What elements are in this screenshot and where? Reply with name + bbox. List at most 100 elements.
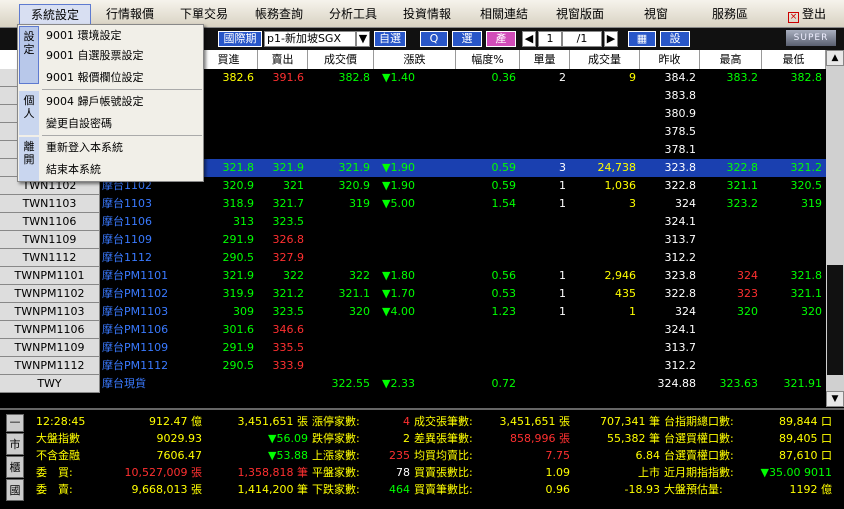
header-0[interactable]: 買進 [200, 50, 258, 69]
cell-low [762, 357, 826, 375]
dropdown-item-1[interactable]: 9001 自選股票設定 [46, 47, 144, 65]
menu-2[interactable]: 行情報價 [96, 4, 164, 25]
page-input[interactable]: 1 [538, 31, 562, 47]
menu-10[interactable]: 服務區 [694, 4, 766, 25]
cell-low: 319 [801, 197, 822, 210]
scroll-down-icon[interactable]: ▼ [826, 391, 844, 407]
menu-1[interactable]: 系統設定 [19, 4, 91, 25]
menu-7[interactable]: 相關連結 [466, 4, 542, 25]
header-5[interactable]: 單量 [520, 50, 570, 69]
cell-last [308, 105, 374, 123]
cell-ask [258, 105, 308, 123]
table-row[interactable]: TWY 摩台現貨 322.55 ▼2.33 0.72 324.88 323.63 321.91 [0, 375, 826, 393]
market-select[interactable]: p1-新加坡SGX [264, 31, 356, 47]
dropdown-section-0[interactable]: 設定 [19, 26, 39, 84]
grid-view-icon[interactable]: ▦ [628, 31, 656, 47]
cell-high [700, 249, 762, 267]
dropdown-section-1[interactable]: 個人 [19, 91, 39, 135]
cell-vol: 1 [559, 269, 566, 282]
cell-tot [570, 213, 640, 231]
scroll-thumb[interactable] [827, 265, 843, 375]
cell-tot [570, 357, 640, 375]
cell-chg [374, 357, 456, 375]
menu-4[interactable]: 帳務查詢 [244, 4, 314, 25]
summary-4-9: 1192 億 [789, 483, 833, 496]
cell-prev: 312.2 [664, 251, 697, 264]
dropdown-item-3[interactable]: 9004 歸戶帳號設定 [46, 93, 144, 111]
next-page-icon[interactable]: ▶ [604, 31, 618, 47]
cell-low: 382.8 [790, 71, 823, 84]
cell-vol [520, 357, 570, 375]
header-9[interactable]: 最低 [762, 50, 826, 69]
summary-0-7: 707,341 筆 [600, 415, 660, 428]
symbol-name: 摩台1106 [102, 215, 152, 228]
dropdown-section-2[interactable]: 離開 [19, 137, 39, 181]
scrollbar[interactable]: ▲ ▼ [826, 50, 844, 407]
header-8[interactable]: 最高 [700, 50, 762, 69]
market-tab-0[interactable]: 市 [6, 433, 24, 455]
dropdown-item-2[interactable]: 9001 報價欄位設定 [46, 69, 144, 87]
cell-chg [374, 321, 456, 339]
cell-chg: ▼1.80 [382, 269, 415, 282]
product-button[interactable]: 產 [486, 31, 516, 47]
table-row[interactable]: TWNPM1102 摩台PM1102 319.9 321.2 321.1 ▼1.70 0.5… [0, 285, 826, 303]
cell-vol: 1 [559, 305, 566, 318]
cell-vol [520, 141, 570, 159]
cell-prev: 313.7 [664, 233, 697, 246]
dropdown-item-0[interactable]: 9001 環境設定 [46, 27, 122, 45]
cell-low [762, 123, 826, 141]
header-7[interactable]: 昨收 [640, 50, 700, 69]
chevron-down-icon[interactable]: ▼ [356, 31, 370, 47]
market-tab-2[interactable]: 國 [6, 479, 24, 501]
settings-button[interactable]: 設 [660, 31, 690, 47]
menu-5[interactable]: 分析工具 [318, 4, 388, 25]
menu-8[interactable]: 視窗版面 [544, 4, 616, 25]
select-button[interactable]: 選 [452, 31, 482, 47]
dropdown-item-5[interactable]: 重新登入本系統 [46, 139, 123, 157]
table-row[interactable]: TWNPM1106 摩台PM1106 301.6 346.6 324.1 [0, 321, 826, 339]
cell-prev: 383.8 [664, 89, 697, 102]
market-tab-1[interactable]: 櫃 [6, 456, 24, 478]
header-6[interactable]: 成交量 [570, 50, 640, 69]
symbol-name: 摩台PM1109 [102, 341, 169, 354]
scroll-up-icon[interactable]: ▲ [826, 50, 844, 66]
cell-last [308, 123, 374, 141]
header-1[interactable]: 賣出 [258, 50, 308, 69]
table-row[interactable]: TWNPM1103 摩台PM1103 309 323.5 320 ▼4.00 1.23 1 1 3… [0, 303, 826, 321]
menu-9[interactable]: 視窗 [620, 4, 692, 25]
custom-list-button[interactable]: 自選 [374, 31, 406, 47]
search-icon[interactable]: Q [420, 31, 448, 47]
prev-page-icon[interactable]: ◀ [522, 31, 536, 47]
symbol-name: 摩台1109 [102, 233, 152, 246]
symbol-code: TWNPM1103 [0, 303, 100, 321]
collapse-tab[interactable]: — [6, 414, 24, 432]
table-row[interactable]: TWN1106 摩台1106 313 323.5 324.1 [0, 213, 826, 231]
header-4[interactable]: 幅度% [456, 50, 520, 69]
header-2[interactable]: 成交價 [308, 50, 374, 69]
menu-11[interactable]: × 登出 [776, 4, 838, 25]
section-char: 定 [23, 43, 35, 56]
menu-6[interactable]: 投資情報 [392, 4, 462, 25]
table-row[interactable]: TWN1109 摩台1109 291.9 326.8 313.7 [0, 231, 826, 249]
cell-bid: 321.9 [222, 269, 255, 282]
cell-high: 323.63 [719, 377, 759, 390]
cell-ask: 346.6 [272, 323, 305, 336]
cell-prev: 380.9 [664, 107, 697, 120]
cell-ask: 321.7 [272, 197, 305, 210]
table-row[interactable]: TWNPM1109 摩台PM1109 291.9 335.5 313.7 [0, 339, 826, 357]
table-row[interactable]: TWNPM1101 摩台PM1101 321.9 322 322 ▼1.80 0.56 1 2,… [0, 267, 826, 285]
summary-1-8: 台選買權口數: [664, 432, 734, 445]
table-row[interactable]: TWN1103 摩台1103 318.9 321.7 319 ▼5.00 1.54 1 3 324… [0, 195, 826, 213]
cell-low [762, 87, 826, 105]
table-row[interactable]: TWN1112 摩台1112 290.5 327.9 312.2 [0, 249, 826, 267]
dropdown-item-6[interactable]: 結束本系統 [46, 161, 101, 179]
header-3[interactable]: 漲跌 [374, 50, 456, 69]
cell-ask: 333.9 [272, 359, 305, 372]
intl-futures-button[interactable]: 國際期 [218, 31, 262, 47]
cell-high [700, 213, 762, 231]
section-char: 離 [23, 140, 35, 153]
summary-1-6: 858,996 張 [510, 432, 570, 445]
dropdown-item-4[interactable]: 變更自設密碼 [46, 115, 112, 133]
table-row[interactable]: TWNPM1112 摩台PM1112 290.5 333.9 312.2 [0, 357, 826, 375]
menu-3[interactable]: 下單交易 [170, 4, 238, 25]
